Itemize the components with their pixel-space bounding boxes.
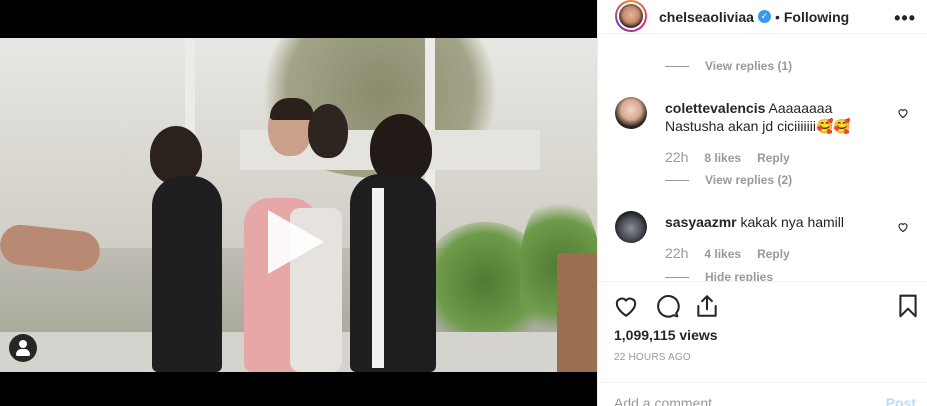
comment-like-heart-icon[interactable] [897,107,909,119]
verified-badge-icon: ✓ [757,10,771,23]
post-media [0,0,597,406]
hide-replies-button[interactable]: Hide replies [665,270,773,281]
post-header: chelseaoliviaa ✓ • Following ••• [598,0,927,33]
comment-like-heart-icon[interactable] [897,221,909,233]
heart-icon[interactable] [613,293,639,319]
post-comment-button[interactable]: Post [886,395,916,406]
view-replies-button[interactable]: View replies (1) [665,59,792,73]
reply-button[interactable]: Reply [757,245,790,261]
add-comment-bar: Post [598,382,927,406]
commenter-username[interactable]: colettevalencis [665,100,765,116]
post-timestamp[interactable]: 22 HOURS AGO [614,352,691,363]
comment-time[interactable]: 22h [665,245,688,261]
comment-time[interactable]: 22h [665,149,688,165]
following-button[interactable]: Following [784,9,849,25]
hide-replies-label: Hide replies [705,270,774,281]
more-options-icon[interactable]: ••• [894,8,916,29]
wooden-chair [557,253,597,372]
comment-meta: 22h 4 likes Reply [665,245,790,261]
view-replies-button[interactable]: View replies (2) [665,173,792,187]
commenter-avatar[interactable] [615,97,647,129]
comment-text: kakak nya hamill [740,214,845,230]
comment-body: colettevalencis Aaaaaaaa Nastusha akan j… [665,99,890,135]
view-replies-label: View replies (1) [705,59,793,73]
comment-meta: 22h 8 likes Reply [665,149,790,165]
share-icon[interactable] [694,293,720,319]
reply-divider [665,276,689,278]
comments-list[interactable]: View replies (1) colettevalencis Aaaaaaa… [598,33,927,281]
comment-likes[interactable]: 8 likes [704,149,741,165]
play-icon[interactable] [268,210,324,274]
author-username[interactable]: chelseaoliviaa [659,9,754,25]
author-avatar[interactable] [615,0,647,32]
user-tag-icon[interactable] [9,334,37,362]
header-separator: • [774,8,780,25]
video-player[interactable] [0,38,597,372]
view-replies-label: View replies (2) [705,173,793,187]
reply-divider [665,65,689,67]
reply-divider [665,179,689,181]
add-comment-input[interactable] [614,395,854,406]
view-count[interactable]: 1,099,115 views [614,327,718,343]
comment-body: sasyaazmr kakak nya hamill [665,213,890,231]
reply-button[interactable]: Reply [757,149,790,165]
comment-likes[interactable]: 4 likes [704,245,741,261]
bookmark-icon[interactable] [895,293,921,319]
post-actions: 1,099,115 views 22 HOURS AGO [598,281,927,363]
commenter-avatar[interactable] [615,211,647,243]
comment-icon[interactable] [654,293,680,319]
post-details-panel: chelseaoliviaa ✓ • Following ••• View re… [597,0,927,406]
commenter-username[interactable]: sasyaazmr [665,214,737,230]
